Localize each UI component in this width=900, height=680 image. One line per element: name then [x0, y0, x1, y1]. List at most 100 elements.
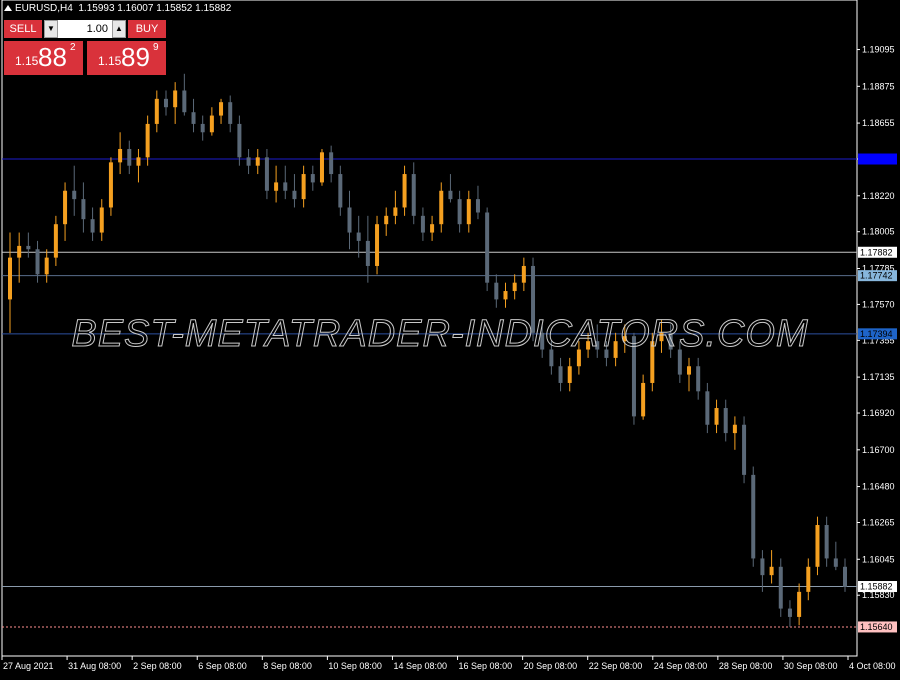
buy-price-prefix: 1.15 — [98, 54, 122, 68]
candle-body — [769, 566, 774, 576]
candle-body — [457, 199, 462, 225]
candle-body — [237, 123, 242, 158]
candle-body — [384, 215, 389, 225]
time-axis-label: 30 Sep 08:00 — [784, 661, 838, 671]
candle-body — [200, 123, 205, 133]
candle-body — [228, 102, 233, 124]
candle-body — [283, 182, 288, 191]
candle-body — [466, 199, 471, 225]
price-axis-label: 1.17135 — [862, 372, 895, 382]
candle-body — [118, 148, 123, 163]
candle-body — [439, 190, 444, 225]
price-axis-label: 1.18220 — [862, 191, 895, 201]
candle-body — [209, 115, 214, 133]
buy-button[interactable]: BUY — [128, 20, 166, 38]
candle-body — [567, 366, 572, 383]
candle-body — [494, 282, 499, 300]
candle-body — [787, 608, 792, 617]
candle-body — [430, 224, 435, 233]
price-axis-label: 1.16480 — [862, 482, 895, 492]
buy-price-quote[interactable]: 1.15 89 9 — [87, 41, 166, 75]
candle-body — [751, 474, 756, 559]
candle-body — [145, 123, 150, 158]
price-tag-label: 1.15882 — [860, 582, 893, 592]
candle-body — [503, 291, 508, 300]
time-axis-label: 24 Sep 08:00 — [654, 661, 708, 671]
candle-body — [35, 249, 40, 275]
price-tag-label: 1.17882 — [860, 247, 893, 257]
candle-body — [264, 157, 269, 191]
candle-body — [742, 424, 747, 475]
candle-body — [191, 112, 196, 124]
price-axis-label: 1.16265 — [862, 518, 895, 528]
sell-price-pips: 88 — [38, 42, 67, 72]
candle-body — [246, 157, 251, 166]
time-axis-label: 8 Sep 08:00 — [263, 661, 312, 671]
ohlc-label: 1.15993 1.16007 1.15852 1.15882 — [78, 3, 232, 14]
candle-body — [393, 207, 398, 216]
price-chart[interactable]: 1.19095 1.18875 1.18655 1.18440 1.18220 1.180… — [0, 0, 900, 675]
time-axis-label: 20 Sep 08:00 — [524, 661, 578, 671]
price-tag-label: 1.17742 — [860, 271, 893, 281]
candle-body — [843, 566, 847, 587]
candle-body — [714, 408, 719, 425]
candle-body — [806, 566, 811, 592]
price-tag-label: 1.17394 — [860, 329, 893, 339]
price-axis-label: 1.19095 — [862, 45, 895, 55]
candle-body — [705, 391, 710, 425]
candle-body — [448, 190, 453, 200]
candle-body — [475, 199, 480, 213]
lot-size-stepper: ▼ ▲ — [44, 20, 126, 38]
candle-body — [63, 190, 68, 225]
candle-body — [512, 282, 517, 292]
candle-body — [732, 424, 737, 434]
price-axis-label: 1.18005 — [862, 227, 895, 237]
candle-body — [274, 182, 279, 191]
candle-body — [108, 162, 113, 208]
candle-body — [219, 102, 224, 116]
candle-body — [402, 174, 407, 208]
candle-body — [90, 219, 95, 233]
sell-price-quote[interactable]: 1.15 88 2 — [4, 41, 83, 75]
candle-body — [301, 174, 306, 200]
decrease-lot-button[interactable]: ▼ — [44, 20, 58, 38]
candle-body — [558, 366, 563, 383]
sell-price-prefix: 1.15 — [15, 54, 39, 68]
watermark-text: BEST-METATRADER-INDICATORS.COM — [71, 313, 808, 355]
time-axis-label: 6 Sep 08:00 — [198, 661, 247, 671]
price-axis-label: 1.16920 — [862, 408, 895, 418]
candle-body — [163, 98, 168, 108]
candle-body — [81, 199, 86, 220]
price-axis-label: 1.18875 — [862, 81, 895, 91]
time-axis-label: 31 Aug 08:00 — [68, 661, 121, 671]
price-tag-label: 1.18440 — [860, 154, 893, 164]
one-click-trading-panel: SELL ▼ ▲ BUY 1.15 88 2 1.15 89 9 — [4, 20, 166, 76]
candle-body — [182, 90, 187, 113]
candle-body — [338, 174, 343, 208]
time-axis-label: 10 Sep 08:00 — [328, 661, 382, 671]
candle-body — [17, 245, 22, 258]
candle-body — [687, 366, 692, 375]
chart-canvas[interactable]: 1.19095 1.18875 1.18655 1.18440 1.18220 1.180… — [0, 0, 900, 675]
candle-body — [521, 265, 526, 283]
sell-button[interactable]: SELL — [4, 20, 42, 38]
candle-body — [255, 157, 260, 166]
candle-body — [723, 408, 728, 434]
candle-body — [310, 174, 315, 183]
price-axis-label: 1.18655 — [862, 118, 895, 128]
time-axis-label: 22 Sep 08:00 — [589, 661, 643, 671]
candle-body — [641, 382, 646, 417]
increase-lot-button[interactable]: ▲ — [112, 20, 126, 38]
candle-body — [375, 224, 380, 266]
lot-size-input[interactable] — [58, 20, 110, 38]
buy-price-pips: 89 — [121, 42, 150, 72]
candle-body — [411, 174, 416, 216]
time-axis-label: 2 Sep 08:00 — [133, 661, 182, 671]
time-axis-label: 4 Oct 08:00 — [849, 661, 896, 671]
candle-body — [696, 366, 701, 392]
price-axis-label: 1.16700 — [862, 445, 895, 455]
candle-body — [365, 240, 370, 266]
candle-body — [347, 207, 352, 233]
buy-price-fraction: 9 — [153, 42, 159, 53]
candle-body — [44, 257, 49, 275]
